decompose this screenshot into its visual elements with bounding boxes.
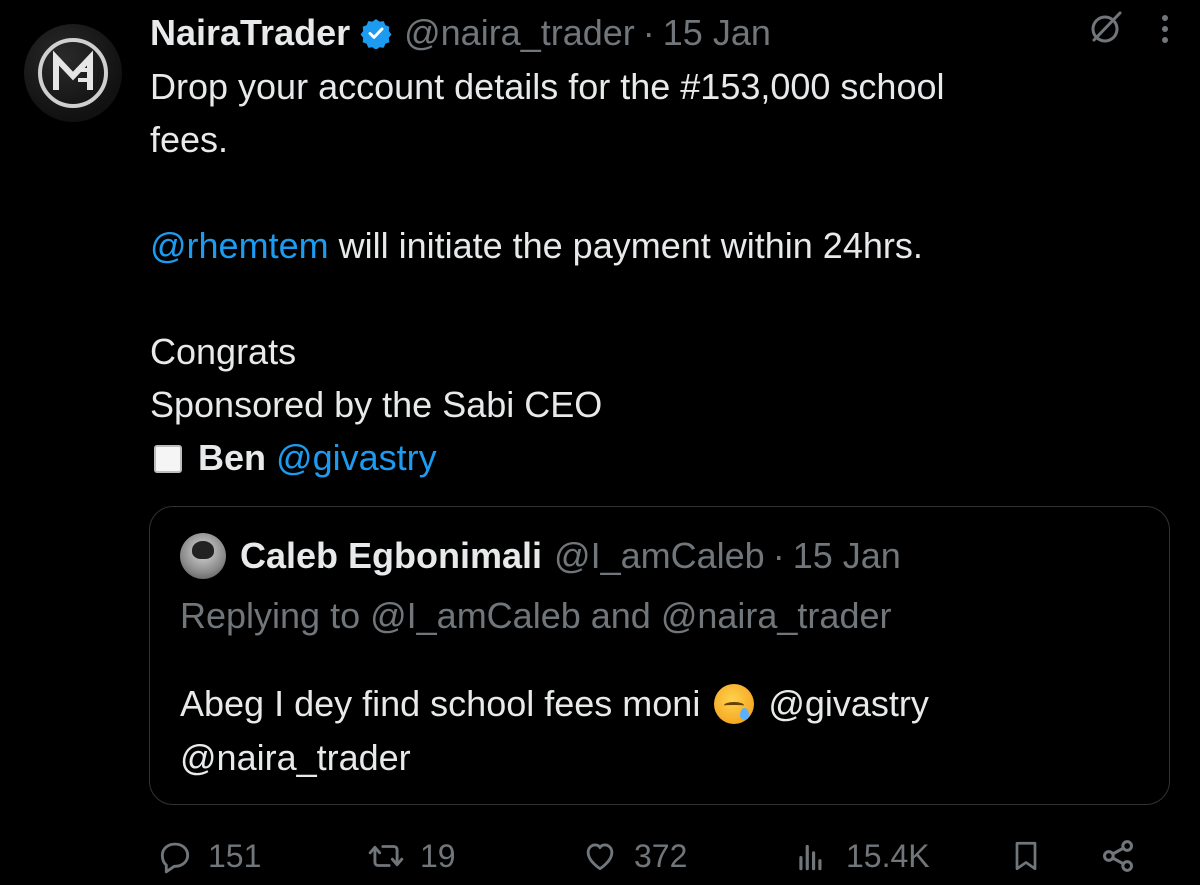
verified-badge-icon[interactable] xyxy=(360,17,392,49)
quote-author-name[interactable]: Caleb Egbonimali xyxy=(240,535,542,577)
author-name[interactable]: NairaTrader xyxy=(150,8,350,58)
ben-name: Ben xyxy=(198,437,267,478)
header-actions xyxy=(1086,7,1170,60)
header-separator: · xyxy=(642,12,655,53)
quoted-tweet-card[interactable]: Caleb Egbonimali @I_amCaleb · 15 Jan Rep… xyxy=(149,506,1170,805)
tweet-line: Ben @givastry xyxy=(150,431,1150,484)
share-button[interactable] xyxy=(1098,828,1138,884)
bookmark-button[interactable] xyxy=(1008,828,1044,884)
mention-link[interactable]: @givastry xyxy=(276,437,437,478)
views-button[interactable]: 15.4K xyxy=(792,828,930,884)
quote-header: Caleb Egbonimali @I_amCaleb · 15 Jan xyxy=(180,533,901,579)
reply-button[interactable]: 151 xyxy=(156,828,261,884)
grok-icon[interactable] xyxy=(1086,7,1126,60)
author-handle[interactable]: @naira_trader xyxy=(404,8,635,58)
tweet-header: NairaTrader @naira_trader · 15 Jan xyxy=(150,8,1170,58)
quote-body-text: Abeg I dey find school fees moni xyxy=(180,683,701,724)
mention-link[interactable]: @rhemtem xyxy=(150,225,329,266)
tweet-line-text: will initiate the payment within 24hrs. xyxy=(328,225,923,266)
retweet-icon xyxy=(368,845,404,867)
quote-date: 15 Jan xyxy=(792,535,901,576)
share-icon xyxy=(1103,840,1133,872)
retweet-count: 19 xyxy=(420,837,456,874)
more-vertical-icon[interactable] xyxy=(1160,8,1170,58)
like-button[interactable]: 372 xyxy=(580,828,687,884)
tweet-line: Sponsored by the Sabi CEO xyxy=(150,384,603,425)
quote-mention: @givastry xyxy=(768,683,929,724)
reply-icon xyxy=(160,842,190,874)
tweet-action-bar: 151 19 372 15.4K xyxy=(150,828,1150,884)
quote-mention: @naira_trader xyxy=(180,737,411,778)
tweet-line: Drop your account details for the #153,0… xyxy=(150,66,945,107)
tweet-line: Congrats xyxy=(150,331,297,372)
sleepy-face-emoji-icon xyxy=(714,684,755,724)
like-count: 372 xyxy=(634,837,688,874)
tweet-line: @rhemtem will initiate the payment withi… xyxy=(150,219,1150,272)
quote-author-handle[interactable]: @I_amCaleb xyxy=(554,535,765,577)
quote-avatar[interactable] xyxy=(180,533,226,579)
view-count: 15.4K xyxy=(846,837,930,874)
views-icon xyxy=(799,844,822,871)
retweet-button[interactable]: 19 xyxy=(366,828,456,884)
reply-count: 151 xyxy=(208,837,262,874)
replying-to-text: Replying to @I_amCaleb and @naira_trader xyxy=(180,595,892,636)
white-square-icon xyxy=(154,445,182,473)
bookmark-icon xyxy=(1015,841,1037,871)
quote-separator: · xyxy=(772,535,785,576)
quote-body: Abeg I dey find school fees moni @givast… xyxy=(180,677,1140,785)
naira-trader-logo-icon xyxy=(38,38,108,108)
tweet-text: Drop your account details for the #153,0… xyxy=(150,60,1150,484)
heart-icon xyxy=(586,843,614,871)
tweet-line: fees. xyxy=(150,119,229,160)
author-avatar[interactable] xyxy=(24,24,122,122)
tweet-date[interactable]: 15 Jan xyxy=(663,8,771,58)
